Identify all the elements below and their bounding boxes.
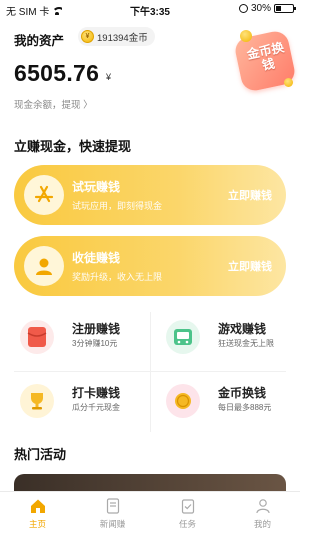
game-controller-icon: [166, 320, 200, 354]
tab-news[interactable]: 新闻赚: [75, 498, 150, 530]
rotation-lock-icon: [238, 4, 248, 13]
profile-icon: [255, 498, 271, 514]
coin-balance-pill[interactable]: ¥ 191394金币: [78, 27, 155, 46]
earn-now-button[interactable]: 立即赚钱: [228, 258, 272, 274]
grid-divider: [14, 371, 286, 372]
coin-exchange-icon: [166, 384, 200, 418]
task-icon: [180, 498, 196, 514]
user-icon: [24, 246, 64, 286]
grid-item-coin-exchange[interactable]: 金币换钱 每日最多888元: [160, 378, 300, 432]
coin-exchange-badge[interactable]: 金币换钱: [232, 28, 298, 94]
tab-label: 新闻赚: [99, 519, 126, 529]
battery-percent: 30%: [250, 3, 271, 14]
trophy-icon: [20, 384, 54, 418]
app-store-icon: [24, 175, 64, 215]
tab-label: 主页: [28, 519, 46, 529]
red-envelope-icon: [20, 320, 54, 354]
tab-label: 任务: [178, 519, 196, 529]
grid-title: 注册赚钱: [72, 322, 121, 336]
grid-item-register[interactable]: 注册赚钱 3分钟赚10元: [14, 314, 154, 368]
grid-subtitle: 每日最多888元: [218, 403, 272, 412]
grid-title: 游戏赚钱: [218, 322, 267, 336]
tab-label: 我的: [253, 519, 271, 529]
card-title: 试玩赚钱: [72, 180, 121, 194]
section-title-earn: 立赚现金，快速提现: [14, 139, 132, 154]
grid-item-game[interactable]: 游戏赚钱 狂送现金无上限: [160, 314, 300, 368]
tab-home[interactable]: 主页: [0, 498, 75, 530]
card-subtitle: 奖励升级，收入无上限: [72, 272, 163, 282]
status-bar: 无 SIM 卡 下午3:35 30%: [0, 0, 300, 18]
card-trial-earn[interactable]: 试玩赚钱 试玩应用，即刻得现金 立即赚钱: [14, 165, 286, 225]
assets-title: 我的资产: [14, 34, 65, 48]
card-subtitle: 试玩应用，即刻得现金: [72, 201, 163, 211]
grid-subtitle: 3分钟赚10元: [72, 339, 118, 348]
card-title: 收徒赚钱: [72, 251, 121, 265]
coin-icon: [240, 30, 252, 42]
coin-icon: [284, 78, 293, 87]
tab-bar: 主页 新闻赚 任务 我的: [0, 491, 300, 533]
grid-subtitle: 瓜分千元现金: [72, 403, 120, 412]
balance-unit: ¥: [106, 72, 112, 82]
news-icon: [105, 498, 121, 514]
tab-profile[interactable]: 我的: [225, 498, 300, 530]
grid-title: 打卡赚钱: [72, 386, 121, 400]
grid-subtitle: 狂送现金无上限: [218, 339, 274, 348]
grid-item-checkin[interactable]: 打卡赚钱 瓜分千元现金: [14, 378, 154, 432]
withdraw-link[interactable]: 现金余额，提现 〉: [14, 97, 93, 111]
tab-tasks[interactable]: 任务: [150, 498, 225, 530]
earn-now-button[interactable]: 立即赚钱: [228, 187, 272, 203]
coin-balance: 191394金币: [97, 32, 148, 44]
card-recruit-earn[interactable]: 收徒赚钱 奖励升级，收入无上限 立即赚钱: [14, 236, 286, 296]
section-title-hot: 热门活动: [14, 447, 67, 462]
battery-icon: [274, 4, 296, 13]
coin-icon: ¥: [81, 30, 94, 43]
grid-title: 金币换钱: [218, 386, 267, 400]
home-icon: [30, 498, 46, 514]
cash-balance: 6505.76: [14, 60, 100, 86]
